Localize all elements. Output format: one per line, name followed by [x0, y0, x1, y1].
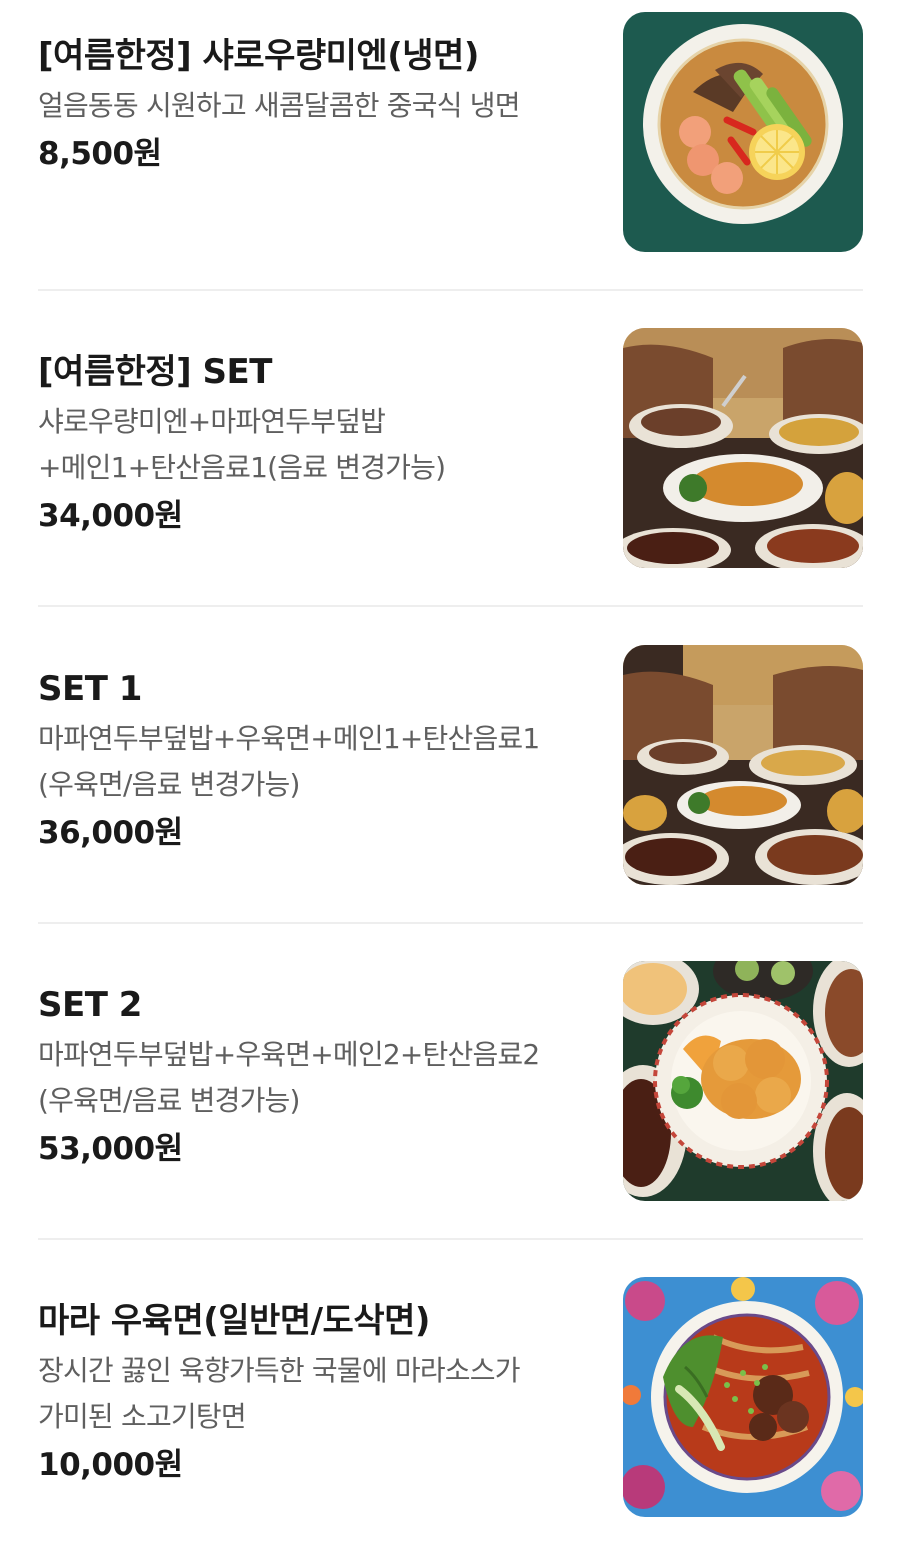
cold-noodle-bowl-photo[interactable] [623, 12, 863, 252]
menu-item[interactable]: [여름한정] 샤로우량미엔(냉면) 얼음동동 시원하고 새콤달콤한 중국식 냉면… [38, 12, 863, 252]
menu-item-price: 34,000원 [38, 498, 183, 534]
menu-item[interactable]: [여름한정] SET 샤로우량미엔+마파연두부덮밥+메인1+탄산음료1(음료 변… [38, 328, 863, 568]
menu-item-text: 마라 우육면(일반면/도삭면) 장시간 끓인 육향가득한 국물에 마라소스가 가… [38, 1297, 593, 1487]
mala-beef-noodle-bowl-photo[interactable] [623, 1277, 863, 1517]
menu-item-title: [여름한정] 샤로우량미엔(냉면) [38, 36, 479, 76]
menu-item-title: 마라 우육면(일반면/도삭면) [38, 1301, 430, 1341]
menu-item-description: 얼음동동 시원하고 새콤달콤한 중국식 냉면 [38, 89, 520, 122]
sweet-sour-pork-platter-photo[interactable] [623, 961, 863, 1201]
menu-item-text: [여름한정] 샤로우량미엔(냉면) 얼음동동 시원하고 새콤달콤한 중국식 냉면… [38, 32, 593, 176]
menu-item-price: 10,000원 [38, 1447, 183, 1483]
divider [38, 289, 863, 291]
menu-item[interactable]: SET 2 마파연두부덮밥+우육면+메인2+탄산음료2 (우육면/음료 변경가능… [38, 961, 863, 1201]
menu-item-text: SET 1 마파연두부덮밥+우육면+메인1+탄산음료1 (우육면/음료 변경가능… [38, 665, 593, 855]
divider [38, 1238, 863, 1240]
menu-item[interactable]: 마라 우육면(일반면/도삭면) 장시간 끓인 육향가득한 국물에 마라소스가 가… [38, 1277, 863, 1517]
menu-item-title: SET 1 [38, 669, 142, 709]
divider [38, 922, 863, 924]
menu-item-price: 36,000원 [38, 815, 183, 851]
menu-item-description: 마파연두부덮밥+우육면+메인1+탄산음료1 (우육면/음료 변경가능) [38, 722, 540, 801]
menu-item-price: 8,500원 [38, 136, 162, 172]
divider [38, 605, 863, 607]
menu-item-description: 마파연두부덮밥+우육면+메인2+탄산음료2 (우육면/음료 변경가능) [38, 1038, 540, 1117]
menu-item-description: 장시간 끓인 육향가득한 국물에 마라소스가 가미된 소고기탕면 [38, 1354, 520, 1433]
menu-item-text: SET 2 마파연두부덮밥+우육면+메인2+탄산음료2 (우육면/음료 변경가능… [38, 981, 593, 1171]
menu-item-text: [여름한정] SET 샤로우량미엔+마파연두부덮밥+메인1+탄산음료1(음료 변… [38, 348, 593, 538]
menu-item-price: 53,000원 [38, 1131, 183, 1167]
menu-item-description: 샤로우량미엔+마파연두부덮밥+메인1+탄산음료1(음료 변경가능) [38, 405, 446, 484]
menu-item-title: [여름한정] SET [38, 352, 272, 392]
menu-item[interactable]: SET 1 마파연두부덮밥+우육면+메인1+탄산음료1 (우육면/음료 변경가능… [38, 645, 863, 885]
menu-item-title: SET 2 [38, 985, 142, 1025]
set-meal-table-photo[interactable] [623, 645, 863, 885]
set-meal-table-photo[interactable] [623, 328, 863, 568]
